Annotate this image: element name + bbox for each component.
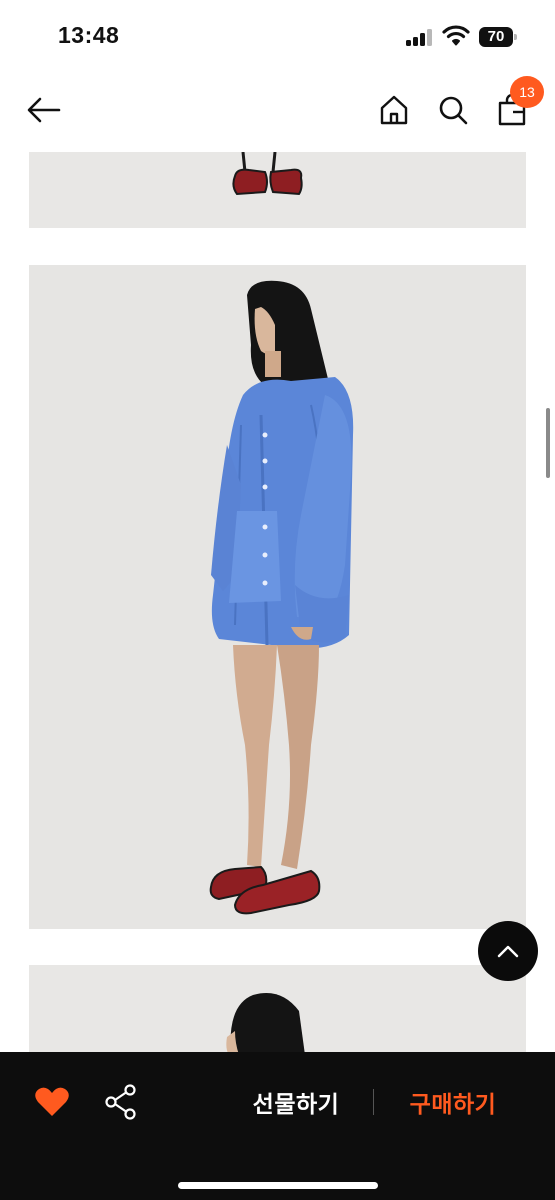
back-arrow-icon [27,97,61,123]
signal-icon [406,28,434,46]
scroll-to-top-button[interactable] [478,921,538,981]
chevron-up-icon [497,945,519,958]
battery-level: 70 [487,28,505,45]
gift-button[interactable]: 선물하기 [236,1082,356,1122]
heart-icon [35,1087,69,1116]
share-button[interactable] [104,1084,138,1120]
home-button[interactable] [374,90,414,130]
model-image [29,265,526,929]
status-bar: 13:48 70 [0,0,555,72]
scroll-indicator[interactable] [546,408,550,478]
wishlist-button[interactable] [34,1086,70,1120]
model-image-partial [29,965,526,1055]
divider [373,1089,374,1115]
back-button[interactable] [24,90,64,130]
buy-button[interactable]: 구매하기 [395,1082,511,1122]
product-photo-top [29,152,526,228]
battery-icon: 70 [479,27,517,47]
home-indicator [178,1182,378,1189]
search-button[interactable] [433,90,473,130]
product-photo-main [29,265,526,929]
search-icon [439,96,468,125]
wifi-icon [442,25,470,46]
bottom-action-bar: 선물하기 구매하기 [0,1052,555,1200]
share-icon [105,1084,136,1120]
shoes-image [29,152,526,228]
status-time: 13:48 [58,22,120,48]
product-photo-bottom [29,965,526,1055]
home-icon [380,95,408,125]
cart-count-badge: 13 [510,76,544,108]
top-nav-bar [0,72,555,152]
